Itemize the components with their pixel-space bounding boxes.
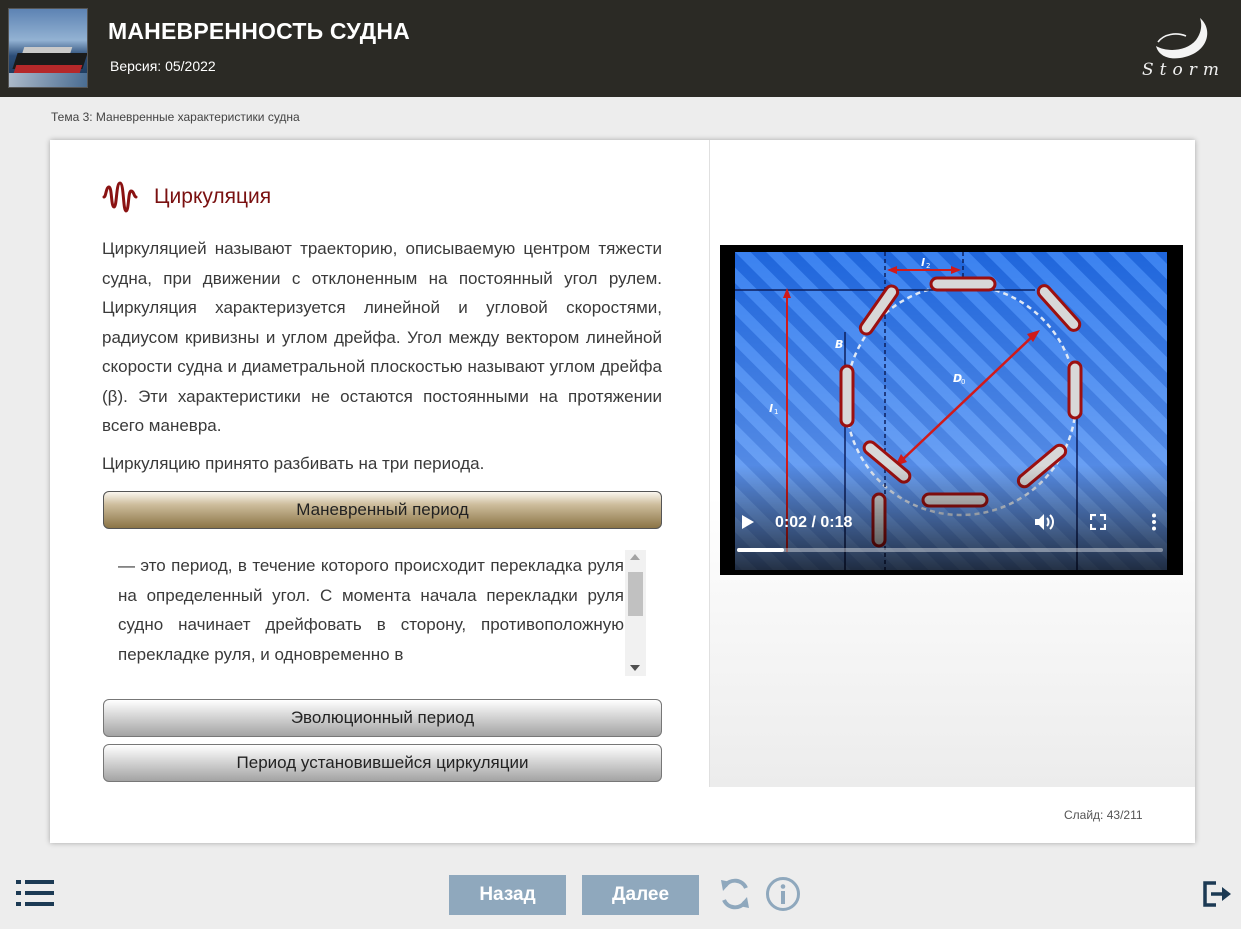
logo-text: Storm	[1142, 60, 1225, 80]
next-button[interactable]: Далее	[582, 875, 699, 915]
accordion-maneuver-period[interactable]: Маневренный период	[103, 491, 662, 529]
slide-counter-value: 43/211	[1106, 808, 1143, 822]
exit-icon[interactable]	[1202, 880, 1232, 908]
reload-icon[interactable]	[717, 876, 753, 912]
accordion-evolution-period[interactable]: Эволюционный период	[103, 699, 662, 737]
scroll-up-icon[interactable]	[630, 554, 640, 560]
volume-icon[interactable]	[1034, 513, 1056, 531]
accordion-steady-circulation[interactable]: Период установившейся циркуляции	[103, 744, 662, 782]
section-title: Циркуляция	[154, 185, 272, 208]
video-time: 0:02 / 0:18	[775, 514, 853, 531]
accordion-content-text: — это период, в течение которого происхо…	[118, 556, 624, 664]
slide-counter: Слайд: 43/211	[1064, 808, 1143, 822]
wave-icon	[102, 181, 138, 213]
app-header: МАНЕВРЕННОСТЬ СУДНА Версия: 05/2022 Stor…	[0, 0, 1241, 97]
svg-text:0: 0	[961, 378, 965, 386]
video-progress-fill	[737, 548, 784, 552]
scrollbar-thumb[interactable]	[628, 572, 643, 616]
scrollbar[interactable]	[625, 550, 646, 676]
list-menu-icon[interactable]	[16, 880, 54, 906]
accordion-content[interactable]: — это период, в течение которого происхо…	[118, 550, 648, 676]
video-player[interactable]: l 2 l 1 B D 0 0:02 / 0:18	[720, 245, 1183, 575]
course-title: МАНЕВРЕННОСТЬ СУДНА	[108, 18, 410, 44]
svg-text:2: 2	[926, 262, 930, 270]
play-icon[interactable]	[742, 515, 754, 529]
back-button[interactable]: Назад	[449, 875, 566, 915]
svg-text:l: l	[769, 402, 773, 415]
svg-text:1: 1	[774, 408, 778, 416]
scroll-down-icon[interactable]	[630, 665, 640, 671]
course-version: Версия: 05/2022	[110, 58, 216, 74]
info-icon[interactable]	[765, 876, 801, 912]
slide-counter-label: Слайд:	[1064, 808, 1104, 822]
svg-text:l: l	[921, 256, 925, 269]
slide-card: Циркуляция Циркуляцией называют траектор…	[50, 140, 1195, 843]
section-intro: Циркуляцию принято разбивать на три пери…	[102, 454, 485, 473]
more-options-icon[interactable]	[1151, 513, 1157, 531]
section-heading: Циркуляция	[102, 180, 271, 214]
course-thumbnail	[8, 8, 88, 88]
fullscreen-icon[interactable]	[1090, 514, 1106, 530]
svg-text:B: B	[835, 338, 843, 351]
section-paragraph: Циркуляцией называют траекторию, описыва…	[102, 239, 662, 435]
video-progress-bar[interactable]	[737, 548, 1163, 552]
breadcrumb: Тема 3: Маневренные характеристики судна	[51, 110, 300, 124]
